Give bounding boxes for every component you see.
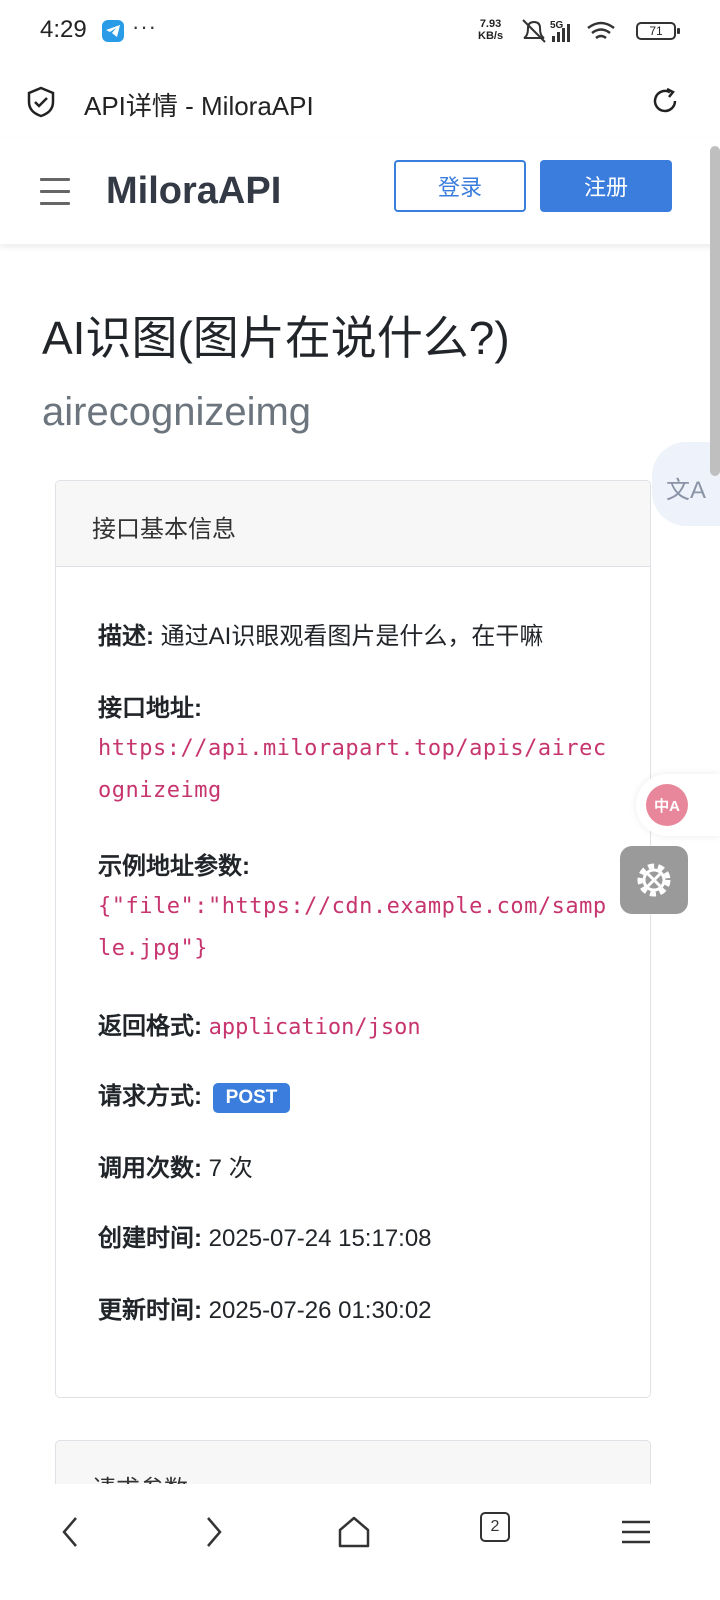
mute-bell-icon	[522, 19, 546, 43]
created-value: 2025-07-24 15:17:08	[208, 1225, 432, 1252]
battery-icon: 71	[636, 22, 680, 40]
settings-float-button[interactable]	[620, 846, 688, 914]
calls-value: 7 次	[208, 1155, 253, 1182]
status-icons: 5G	[522, 19, 615, 43]
created-row: 创建时间: 2025-07-24 15:17:08	[98, 1218, 432, 1253]
format-row: 返回格式: application/json	[98, 1006, 421, 1041]
status-time: 4:29	[40, 16, 87, 43]
telegram-icon	[102, 20, 124, 42]
updated-value: 2025-07-26 01:30:02	[208, 1297, 432, 1324]
tabs-count-button[interactable]: 2	[480, 1512, 510, 1542]
more-notifications-icon: ···	[132, 14, 157, 39]
status-bar: 4:29 ··· 7.93 KB/s 5G 71	[0, 0, 720, 64]
updated-row: 更新时间: 2025-07-26 01:30:02	[98, 1290, 432, 1325]
menu-icon[interactable]	[616, 1512, 656, 1552]
login-button[interactable]: 登录	[394, 160, 526, 212]
method-row: 请求方式: POST	[98, 1076, 291, 1113]
network-type: 5G	[550, 20, 564, 31]
method-badge: POST	[212, 1082, 291, 1113]
endpoint-url[interactable]: https://api.milorapart.top/apis/airecogn…	[98, 728, 608, 812]
site-navbar: MiloraAPI 登录 注册	[0, 138, 720, 244]
card-header: 接口基本信息	[56, 481, 650, 567]
calls-label: 调用次数:	[98, 1155, 202, 1182]
gear-icon	[637, 863, 671, 897]
format-value: application/json	[208, 1015, 421, 1040]
description-label: 描述:	[98, 623, 154, 650]
voice-translate-icon: 中A	[646, 784, 688, 826]
back-icon[interactable]	[52, 1512, 92, 1552]
calls-row: 调用次数: 7 次	[98, 1148, 253, 1183]
reload-icon[interactable]	[650, 86, 680, 116]
home-icon[interactable]	[334, 1512, 374, 1552]
register-button[interactable]: 注册	[540, 160, 672, 212]
endpoint-label-row: 接口地址:	[98, 688, 202, 723]
api-name: airecognizeimg	[42, 390, 312, 434]
created-label: 创建时间:	[98, 1225, 202, 1252]
api-title: AI识图(图片在说什么?)	[42, 312, 510, 364]
forward-icon[interactable]	[192, 1512, 232, 1552]
endpoint-label: 接口地址:	[98, 695, 202, 722]
translate-icon: 文A	[666, 477, 707, 504]
site-brand[interactable]: MiloraAPI	[106, 170, 281, 213]
voice-translate-float-button[interactable]: 中A	[636, 774, 720, 836]
card-header-title: 接口基本信息	[92, 516, 236, 543]
wifi-icon	[587, 21, 615, 40]
description-row: 描述: 通过AI识眼观看图片是什么，在干嘛	[98, 616, 543, 651]
page-tab-title[interactable]: API详情 - MiloraAPI	[84, 86, 314, 123]
example-params-value: {"file":"https://cdn.example.com/sample.…	[98, 894, 607, 961]
example-label-row: 示例地址参数:	[98, 846, 250, 881]
menu-toggle-icon[interactable]	[40, 178, 70, 214]
format-label: 返回格式:	[98, 1013, 202, 1040]
page-scrollbar[interactable]	[710, 146, 720, 476]
example-params-label: 示例地址参数:	[98, 853, 250, 880]
updated-label: 更新时间:	[98, 1297, 202, 1324]
net-speed: 7.93 KB/s	[478, 18, 504, 42]
browser-bottom-nav: 2	[0, 1484, 720, 1600]
description-value: 通过AI识眼观看图片是什么，在干嘛	[160, 623, 544, 650]
shield-icon[interactable]	[26, 86, 56, 118]
method-label: 请求方式:	[98, 1083, 202, 1110]
